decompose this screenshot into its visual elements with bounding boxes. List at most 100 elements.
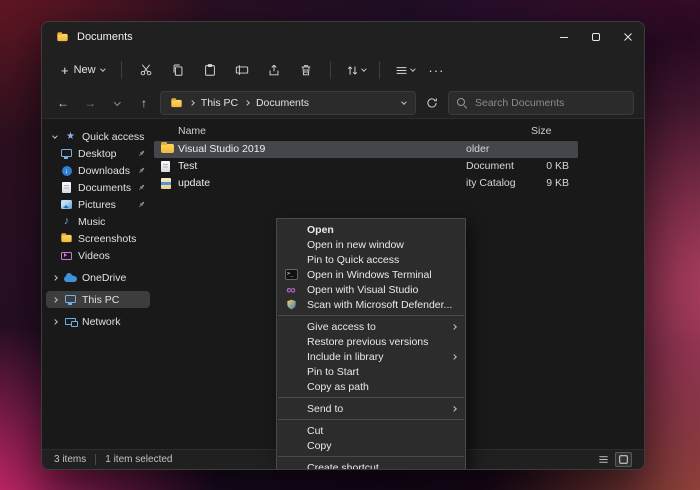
file-size: 0 KB	[531, 160, 569, 172]
menu-item-scan-with-microsoft-defender[interactable]: Scan with Microsoft Defender...	[277, 297, 465, 312]
desktop-icon	[61, 149, 72, 157]
scissors-icon	[139, 63, 153, 77]
expand-chevron-icon[interactable]	[52, 319, 57, 324]
delete-button[interactable]	[292, 56, 320, 84]
breadcrumb-documents[interactable]: Documents	[256, 97, 309, 109]
recent-locations-button[interactable]	[106, 92, 128, 114]
visual-studio-icon: ∞	[286, 284, 295, 295]
menu-item-include-in-library[interactable]: Include in library	[277, 349, 465, 364]
menu-item-cut[interactable]: Cut	[277, 423, 465, 438]
menu-item-give-access-to[interactable]: Give access to	[277, 319, 465, 334]
security-catalog-icon	[161, 178, 171, 189]
menu-item-label: Restore previous versions	[307, 336, 428, 348]
status-divider	[95, 454, 96, 465]
folder-icon	[61, 235, 71, 242]
sidebar-item-documents[interactable]: Documents	[46, 179, 150, 196]
paste-button[interactable]	[196, 56, 224, 84]
sidebar-item-label: Music	[78, 216, 105, 228]
file-row-visual-studio-2019[interactable]: Visual Studio 2019 older	[154, 141, 578, 158]
more-options-button[interactable]: ···	[422, 56, 450, 84]
large-icons-view-button[interactable]	[615, 452, 632, 467]
sidebar-item-this-pc[interactable]: This PC	[46, 291, 150, 308]
sidebar-item-network[interactable]: Network	[46, 313, 150, 330]
this-pc-icon	[65, 295, 76, 303]
menu-item-restore-previous-versions[interactable]: Restore previous versions	[277, 334, 465, 349]
expand-chevron-icon[interactable]	[52, 297, 57, 302]
defender-shield-icon	[286, 299, 297, 310]
rename-icon	[235, 63, 249, 77]
menu-item-label: Open in new window	[307, 239, 404, 251]
menu-item-label: Pin to Quick access	[307, 254, 399, 266]
maximize-button[interactable]	[580, 22, 612, 52]
sidebar-item-screenshots[interactable]: Screenshots	[46, 230, 150, 247]
context-menu: Open Open in new window Pin to Quick acc…	[276, 218, 466, 470]
breadcrumb[interactable]: This PC Documents	[160, 91, 416, 115]
file-name: update	[178, 177, 210, 189]
sidebar-item-desktop[interactable]: Desktop	[46, 145, 150, 162]
copy-button[interactable]	[164, 56, 192, 84]
sidebar-item-label: Network	[82, 316, 121, 328]
menu-item-label: Scan with Microsoft Defender...	[307, 299, 452, 311]
refresh-button[interactable]	[421, 92, 443, 114]
rename-button[interactable]	[228, 56, 256, 84]
menu-item-copy-as-path[interactable]: Copy as path	[277, 379, 465, 394]
menu-item-open[interactable]: Open	[277, 222, 465, 237]
sidebar-item-quick-access[interactable]: ★ Quick access	[46, 128, 150, 145]
menu-item-pin-to-start[interactable]: Pin to Start	[277, 364, 465, 379]
share-button[interactable]	[260, 56, 288, 84]
sidebar-item-videos[interactable]: Videos	[46, 247, 150, 264]
column-header-size[interactable]: Size	[531, 125, 551, 137]
pin-icon	[137, 183, 146, 192]
menu-item-create-shortcut[interactable]: Create shortcut	[277, 460, 465, 470]
address-dropdown-icon[interactable]	[401, 99, 406, 104]
forward-button[interactable]: →	[79, 92, 101, 114]
sidebar-item-pictures[interactable]: Pictures	[46, 196, 150, 213]
sidebar-item-label: OneDrive	[82, 272, 126, 284]
music-icon: ♪	[64, 216, 70, 227]
menu-item-open-with-visual-studio[interactable]: ∞ Open with Visual Studio	[277, 282, 465, 297]
file-row-update[interactable]: update ity Catalog 9 KB	[154, 175, 578, 192]
menu-item-copy[interactable]: Copy	[277, 438, 465, 453]
file-row-test[interactable]: Test Document 0 KB	[154, 158, 578, 175]
quick-access-icon: ★	[66, 132, 75, 142]
sidebar-item-label: Quick access	[82, 131, 144, 143]
up-button[interactable]: ↑	[133, 92, 155, 114]
document-icon	[161, 161, 170, 172]
column-header-name[interactable]: Name	[178, 125, 206, 137]
downloads-icon	[62, 166, 72, 176]
search-box[interactable]	[448, 91, 634, 115]
file-size: 9 KB	[531, 177, 569, 189]
navigation-pane: ★ Quick access Desktop Downloads Documen…	[42, 119, 154, 449]
search-input[interactable]	[473, 96, 625, 110]
sidebar-item-onedrive[interactable]: OneDrive	[46, 269, 150, 286]
menu-item-pin-to-quick-access[interactable]: Pin to Quick access	[277, 252, 465, 267]
menu-item-label: Open in Windows Terminal	[307, 269, 432, 281]
new-button[interactable]: + New	[52, 59, 113, 81]
menu-separator	[278, 419, 464, 420]
back-icon: ←	[57, 96, 69, 110]
sidebar-item-downloads[interactable]: Downloads	[46, 162, 150, 179]
menu-item-send-to[interactable]: Send to	[277, 401, 465, 416]
breadcrumb-separator-icon	[189, 100, 194, 105]
details-view-button[interactable]	[595, 452, 612, 467]
sort-button[interactable]	[341, 56, 369, 84]
menu-item-open-in-new-window[interactable]: Open in new window	[277, 237, 465, 252]
view-button[interactable]	[390, 56, 418, 84]
breadcrumb-this-pc[interactable]: This PC	[201, 97, 238, 109]
chevron-down-icon	[410, 66, 415, 71]
window-controls	[548, 22, 644, 52]
submenu-arrow-icon	[451, 324, 456, 329]
expand-chevron-icon[interactable]	[52, 275, 57, 280]
back-button[interactable]: ←	[52, 92, 74, 114]
items-count: 3 items	[54, 454, 86, 465]
minimize-button[interactable]	[548, 22, 580, 52]
command-toolbar: + New	[42, 52, 644, 88]
sidebar-item-label: Desktop	[78, 148, 117, 160]
sidebar-item-label: Pictures	[78, 199, 116, 211]
sidebar-item-music[interactable]: ♪ Music	[46, 213, 150, 230]
menu-item-open-in-windows-terminal[interactable]: >_ Open in Windows Terminal	[277, 267, 465, 282]
cut-button[interactable]	[132, 56, 160, 84]
expand-chevron-icon[interactable]	[52, 133, 57, 138]
network-icon	[65, 318, 76, 325]
close-button[interactable]	[612, 22, 644, 52]
